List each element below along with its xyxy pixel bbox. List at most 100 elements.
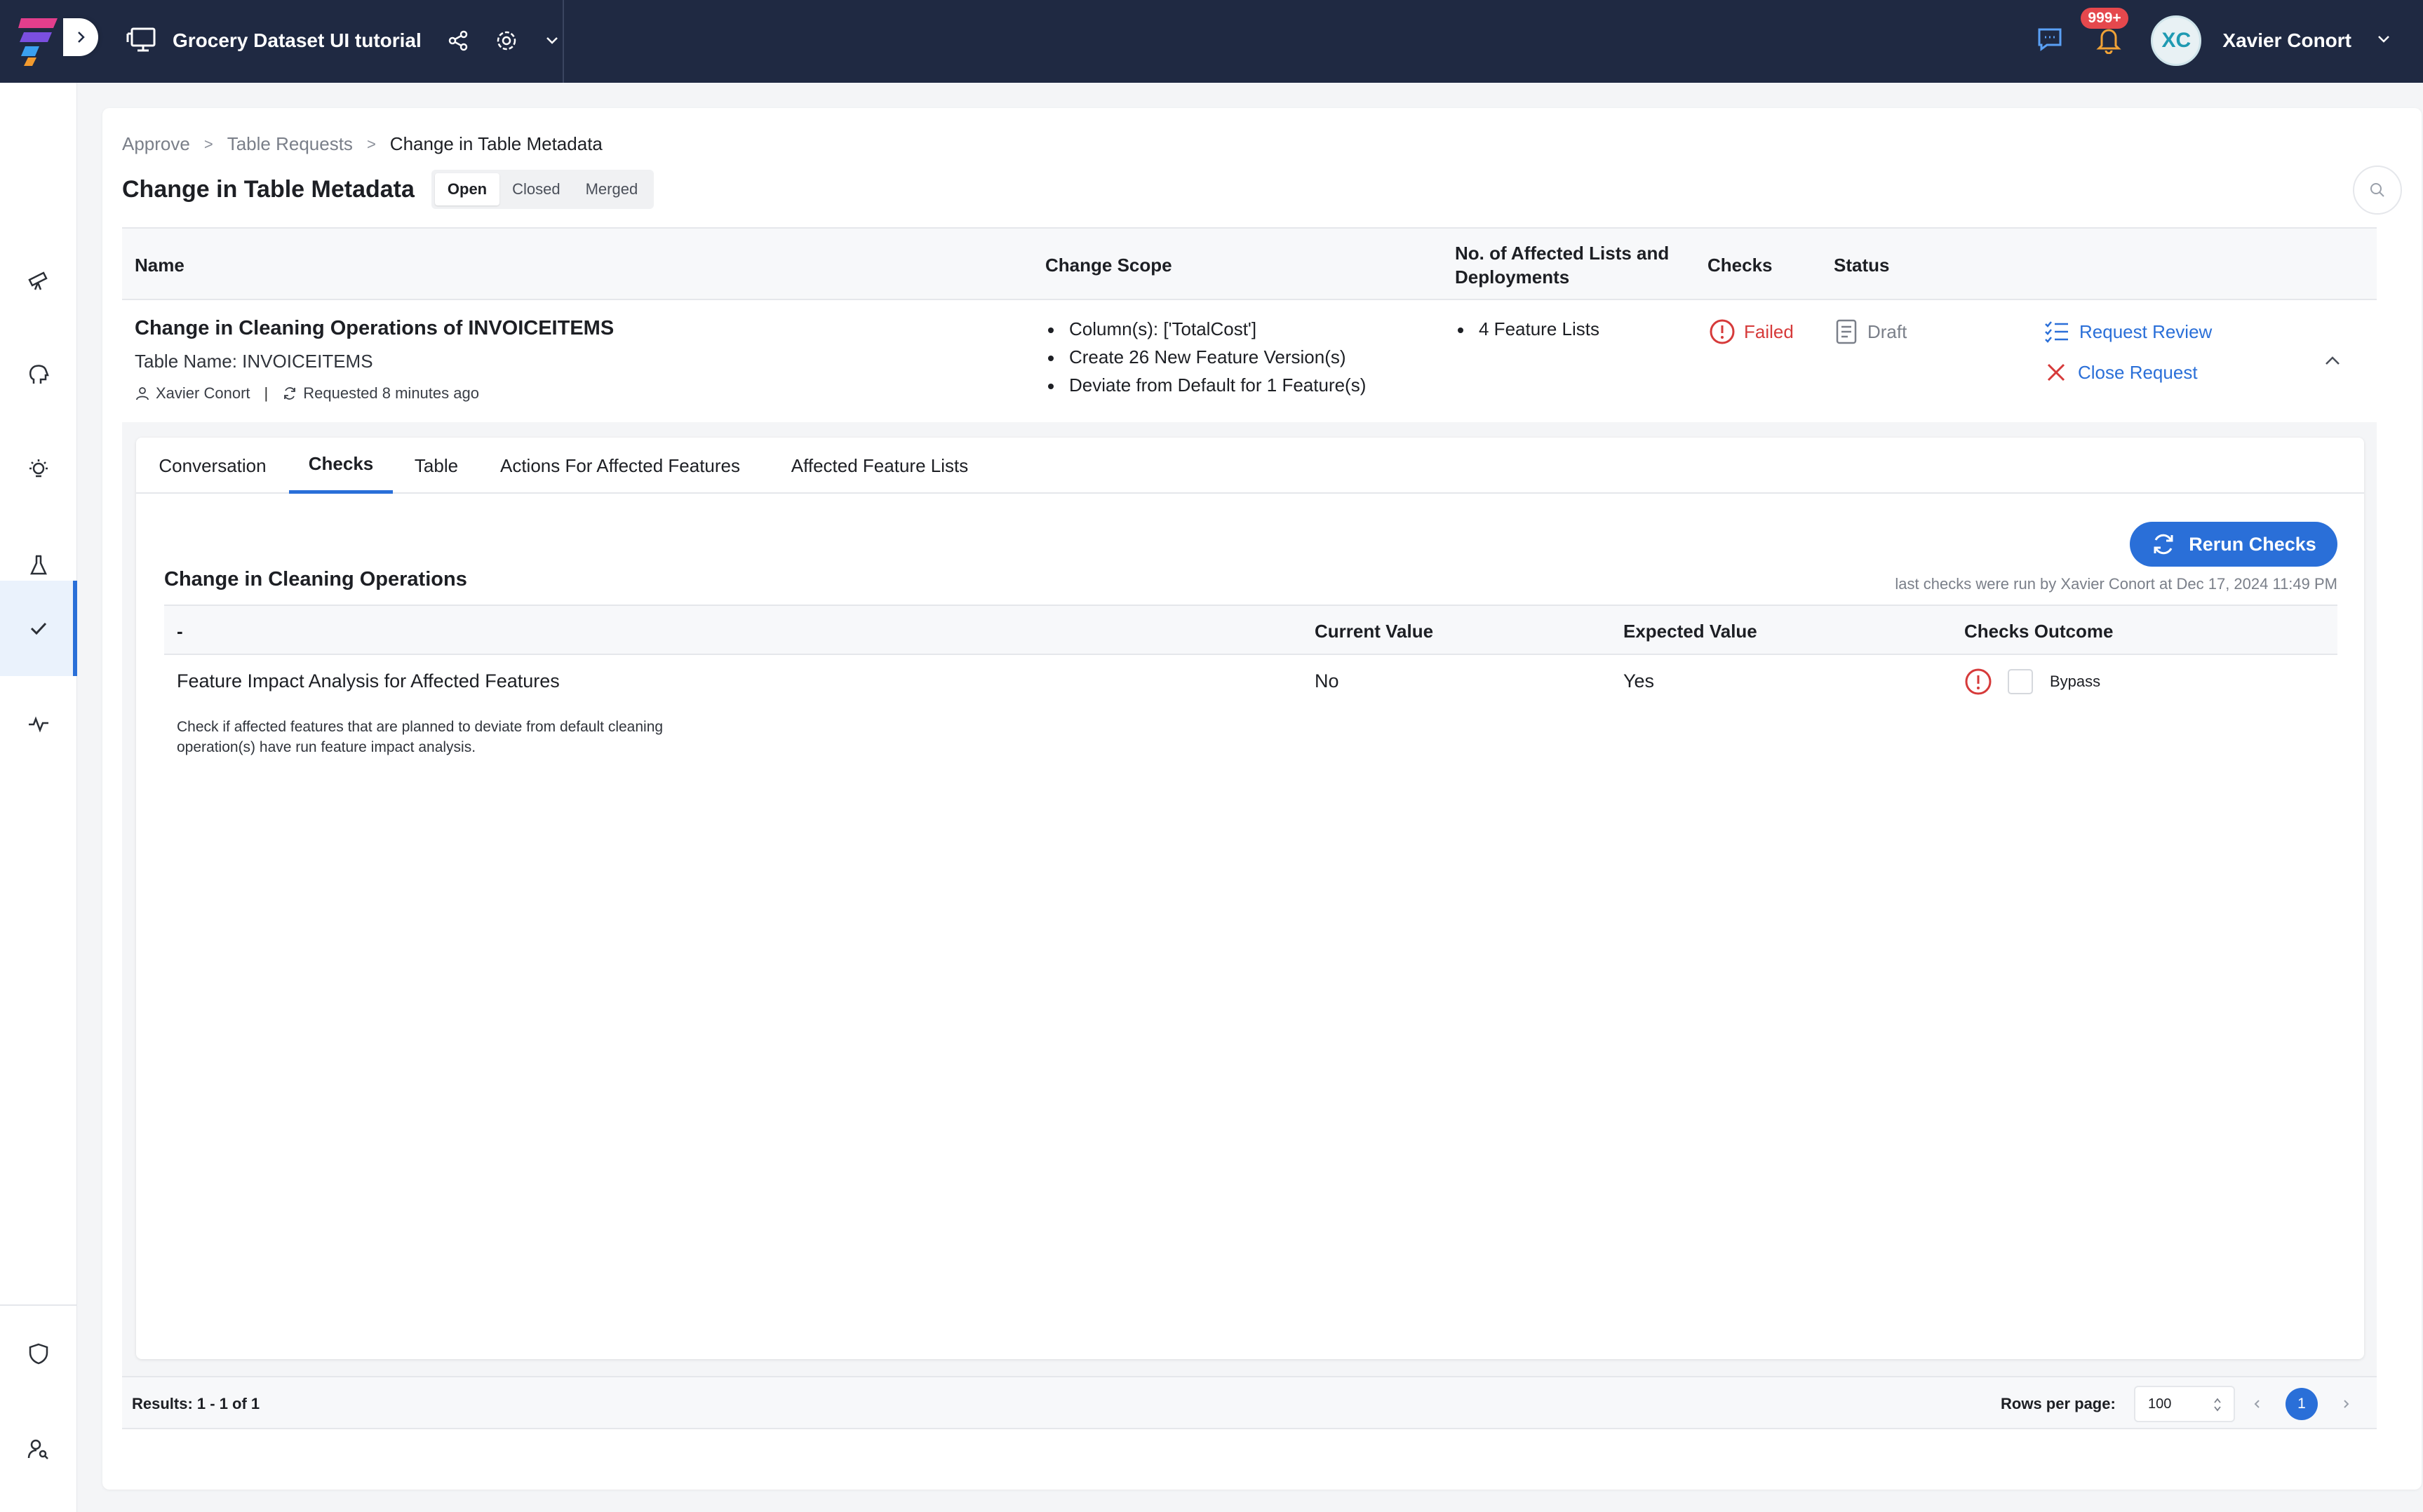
project-selector[interactable]: Grocery Dataset UI tutorial: [126, 21, 561, 60]
filter-tab-merged[interactable]: Merged: [573, 173, 651, 205]
chevron-up-icon: [2325, 356, 2340, 365]
sidebar-item-ideas[interactable]: [0, 422, 77, 518]
user-area: 999+ XC Xavier Conort: [2036, 7, 2392, 69]
tab-table[interactable]: Table: [393, 438, 480, 494]
column-header-checks-outcome: Checks Outcome: [1964, 620, 2114, 642]
check-expected-value: Yes: [1623, 670, 1655, 691]
chat-icon[interactable]: [2036, 25, 2064, 57]
breadcrumb-table-requests[interactable]: Table Requests: [227, 133, 353, 155]
check-current-value: No: [1315, 670, 1339, 691]
table-footer: Results: 1 - 1 of 1 Rows per page: 100 1: [122, 1376, 2377, 1429]
request-review-label: Request Review: [2079, 320, 2213, 342]
chevron-down-icon[interactable]: [544, 32, 561, 49]
list-item: Deviate from Default for 1 Feature(s): [1045, 374, 1366, 396]
checks-table-header: - Current Value Expected Value Checks Ou…: [164, 605, 2337, 655]
alert-circle-icon: [1965, 668, 1992, 695]
collapse-row-button[interactable]: [2322, 351, 2343, 375]
detail-tabs: Conversation Checks Table Actions For Af…: [136, 438, 2364, 494]
column-header-current-value: Current Value: [1315, 620, 1434, 642]
list-item: Create 26 New Feature Version(s): [1045, 346, 1366, 368]
column-header-expected-value: Expected Value: [1623, 620, 1757, 642]
breadcrumb-approve[interactable]: Approve: [122, 133, 190, 155]
sidebar-item-catalog[interactable]: [0, 231, 77, 327]
affected-list: 4 Feature Lists: [1455, 318, 1599, 340]
user-search-icon: [27, 1439, 48, 1459]
app-logo-icon[interactable]: [18, 14, 63, 67]
monitor-icon: [126, 27, 156, 52]
alert-circle-icon: [1710, 319, 1735, 344]
user-name[interactable]: Xavier Conort: [2222, 29, 2351, 52]
check-description: Check if affected features that are plan…: [177, 719, 664, 755]
breadcrumb: Approve > Table Requests > Change in Tab…: [122, 133, 603, 155]
filter-tabs: Open Closed Merged: [431, 170, 655, 209]
main-card: Approve > Table Requests > Change in Tab…: [102, 108, 2422, 1490]
sidebar-toggle-button[interactable]: [63, 18, 98, 56]
search-icon: [2370, 183, 2384, 197]
list-item: 4 Feature Lists: [1455, 318, 1599, 340]
project-title: Grocery Dataset UI tutorial: [173, 29, 422, 51]
sidebar-item-admin[interactable]: [0, 1306, 77, 1401]
close-request-button[interactable]: Close Request: [2044, 360, 2198, 384]
top-bar: Grocery Dataset UI tutorial 999+ XC Xavi…: [0, 0, 2423, 83]
close-icon: [2047, 363, 2065, 382]
table-row[interactable]: Change in Cleaning Operations of INVOICE…: [122, 300, 2377, 421]
telescope-icon: [28, 271, 48, 290]
checklist-icon: [2045, 321, 2068, 343]
column-header-change-scope: Change Scope: [1045, 255, 1172, 276]
requests-table-header: Name Change Scope No. of Affected Lists …: [122, 227, 2377, 300]
tab-conversation[interactable]: Conversation: [136, 438, 289, 494]
check-icon: [30, 622, 47, 635]
page-title: Change in Table Metadata: [122, 175, 415, 203]
chevron-right-icon[interactable]: [2339, 1397, 2353, 1411]
table-row: Feature Impact Analysis for Affected Fea…: [164, 655, 2337, 767]
refresh-icon: [284, 387, 296, 400]
results-count: Results: 1 - 1 of 1: [132, 1395, 260, 1412]
top-divider: [563, 0, 564, 83]
meta-divider: |: [264, 384, 269, 402]
flask-icon: [30, 555, 47, 575]
rows-per-page-select[interactable]: 100: [2134, 1386, 2235, 1422]
filter-tab-closed[interactable]: Closed: [499, 173, 572, 205]
filter-tab-open[interactable]: Open: [434, 173, 500, 205]
tab-affected-feature-lists[interactable]: Affected Feature Lists: [760, 438, 999, 494]
notification-badge: 999+: [2081, 7, 2128, 29]
checks-section-title: Change in Cleaning Operations: [164, 568, 467, 590]
column-header-check: -: [177, 620, 183, 642]
breadcrumb-separator: >: [203, 135, 213, 153]
tab-actions-for-affected-features[interactable]: Actions For Affected Features: [480, 438, 760, 494]
change-scope-list: Column(s): ['TotalCost'] Create 26 New F…: [1045, 318, 1366, 403]
requests-table: Name Change Scope No. of Affected Lists …: [122, 227, 2377, 421]
request-name: Change in Cleaning Operations of INVOICE…: [135, 317, 615, 339]
request-review-button[interactable]: Request Review: [2044, 320, 2212, 344]
request-table-name: Table Name: INVOICEITEMS: [135, 351, 373, 372]
pulse-icon: [29, 716, 48, 733]
check-name: Feature Impact Analysis for Affected Fea…: [177, 670, 560, 691]
tab-checks[interactable]: Checks: [289, 438, 393, 494]
close-request-label: Close Request: [2078, 361, 2198, 383]
bypass-checkbox[interactable]: [2008, 669, 2033, 694]
sidebar-item-approve[interactable]: [0, 581, 77, 676]
column-header-checks: Checks: [1707, 255, 1773, 276]
sidebar-item-monitor[interactable]: [0, 676, 77, 771]
notifications-button[interactable]: 999+: [2081, 7, 2128, 58]
rerun-checks-button[interactable]: Rerun Checks: [2130, 522, 2337, 567]
sort-arrows-icon: [2214, 1398, 2221, 1412]
sidebar-item-ideation[interactable]: [0, 327, 77, 422]
sidebar-item-users[interactable]: [0, 1401, 77, 1497]
share-icon[interactable]: [447, 29, 469, 52]
bypass-label: Bypass: [2050, 673, 2101, 690]
page-number-current[interactable]: 1: [2286, 1388, 2318, 1420]
avatar[interactable]: XC: [2151, 15, 2202, 66]
user-menu-chevron-icon[interactable]: [2375, 31, 2392, 51]
gear-icon[interactable]: [495, 29, 518, 53]
rows-per-page-label: Rows per page:: [2001, 1395, 2116, 1412]
request-detail-panel: Conversation Checks Table Actions For Af…: [136, 438, 2364, 1359]
breadcrumb-current: Change in Table Metadata: [389, 133, 603, 154]
chevron-left-icon[interactable]: [2250, 1397, 2264, 1411]
bell-icon: [2096, 29, 2122, 54]
column-header-status: Status: [1834, 255, 1890, 276]
search-button[interactable]: [2353, 166, 2402, 215]
column-header-name: Name: [135, 255, 184, 276]
chevron-right-icon: [78, 32, 85, 43]
pagination: 1: [2250, 1386, 2353, 1422]
